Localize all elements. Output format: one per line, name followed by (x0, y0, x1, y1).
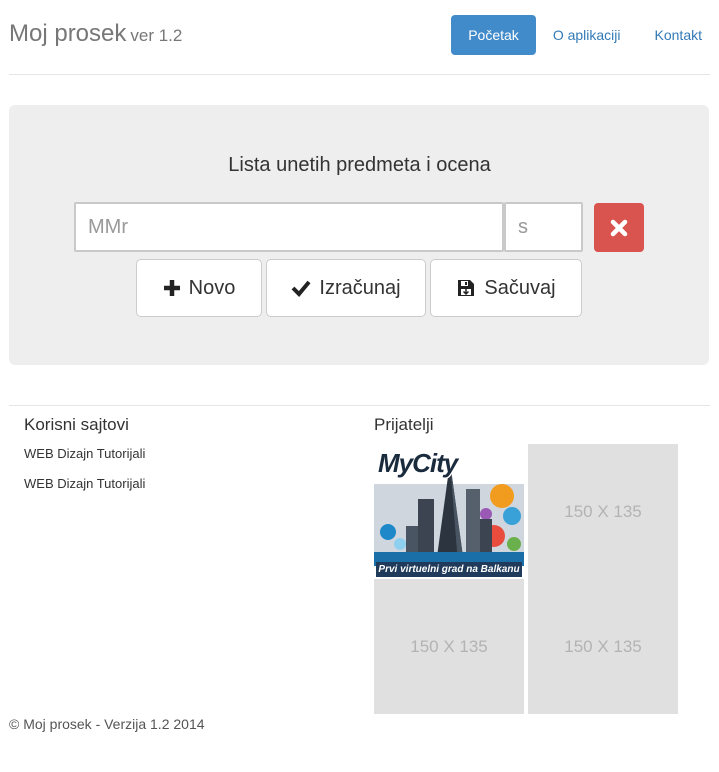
plus-icon (163, 280, 180, 296)
nav-about[interactable]: O aplikaciji (536, 15, 638, 55)
brand-version: ver 1.2 (130, 26, 183, 45)
grade-input[interactable]: s (504, 202, 583, 252)
close-icon (610, 219, 628, 236)
delete-row-button[interactable] (594, 203, 644, 252)
new-button[interactable]: Novo (136, 259, 262, 317)
friends-title: Prijatelji (374, 415, 434, 434)
calculate-button[interactable]: Izračunaj (266, 259, 426, 317)
new-button-label: Novo (188, 276, 236, 299)
friend-thumbnail-placeholder[interactable]: 150 X 135 (528, 444, 678, 579)
save-button[interactable]: Sačuvaj (430, 259, 582, 317)
save-button-label: Sačuvaj (484, 276, 556, 299)
check-icon (292, 280, 311, 297)
useful-site-link[interactable]: WEB Dizajn Tutorijali (24, 476, 145, 491)
panel-heading: Lista unetih predmeta i ocena (228, 154, 491, 176)
brand-name: Moj prosek (9, 20, 127, 47)
nav-contact[interactable]: Kontakt (638, 15, 719, 55)
content-divider (9, 405, 710, 406)
friend-thumbnail-placeholder[interactable]: 150 X 135 (374, 579, 524, 714)
mycity-caption: Prvi virtuelni grad na Balkanu (376, 562, 522, 577)
subject-input[interactable]: MMr (74, 202, 504, 252)
header-divider (9, 74, 710, 75)
useful-sites-title: Korisni sajtovi (24, 415, 129, 434)
mycity-banner[interactable]: MyCity Prvi virtuelni grad na Balkanu (374, 444, 524, 579)
calculate-button-label: Izračunaj (319, 276, 401, 299)
mycity-logo: MyCity (378, 448, 458, 478)
save-icon (458, 280, 475, 296)
nav-home[interactable]: Početak (451, 15, 536, 55)
useful-site-link[interactable]: WEB Dizajn Tutorijali (24, 446, 145, 461)
app-brand: Moj prosek ver 1.2 (9, 20, 182, 48)
main-nav: Početak O aplikaciji Kontakt (451, 15, 719, 55)
footer-copyright: © Moj prosek - Verzija 1.2 2014 (9, 716, 205, 732)
friend-thumbnail-placeholder[interactable]: 150 X 135 (528, 579, 678, 714)
